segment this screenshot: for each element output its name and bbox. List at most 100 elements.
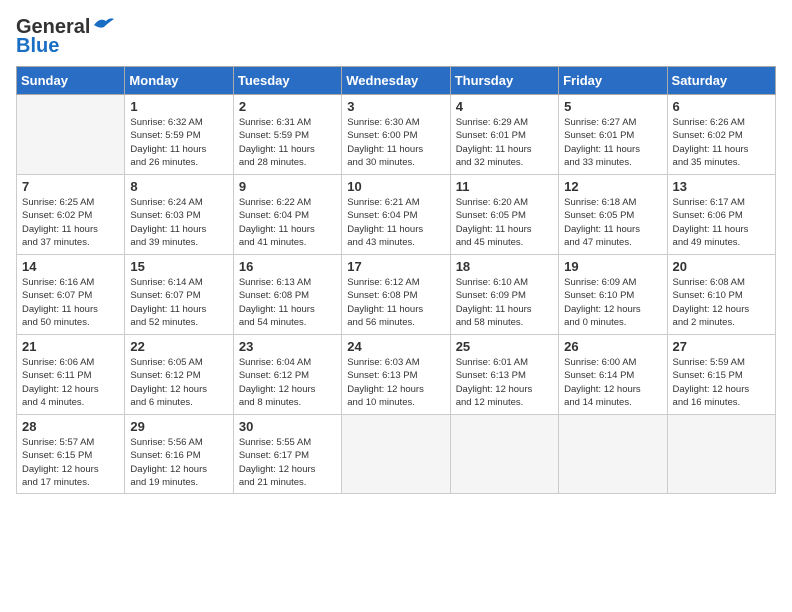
day-number: 9 [239,179,336,194]
calendar-day-empty [342,415,450,494]
day-number: 18 [456,259,553,274]
logo-blue: Blue [16,35,59,58]
day-info: Sunrise: 6:18 AM Sunset: 6:05 PM Dayligh… [564,196,661,249]
day-number: 15 [130,259,227,274]
calendar-day-22: 22 Sunrise: 6:05 AM Sunset: 6:12 PM Dayli… [125,335,233,415]
calendar-day-empty [450,415,558,494]
day-number: 2 [239,99,336,114]
calendar-day-23: 23 Sunrise: 6:04 AM Sunset: 6:12 PM Dayli… [233,335,341,415]
calendar-day-20: 20 Sunrise: 6:08 AM Sunset: 6:10 PM Dayli… [667,255,775,335]
day-info: Sunrise: 6:26 AM Sunset: 6:02 PM Dayligh… [673,116,770,169]
calendar-day-30: 30Sunrise: 5:55 AM Sunset: 6:17 PM Dayli… [233,415,341,494]
calendar-day-21: 21Sunrise: 6:06 AM Sunset: 6:11 PM Dayli… [17,335,125,415]
logo-bird-icon [92,15,114,33]
calendar-day-13: 13 Sunrise: 6:17 AM Sunset: 6:06 PM Dayli… [667,175,775,255]
day-number: 14 [22,259,119,274]
calendar-day-15: 15 Sunrise: 6:14 AM Sunset: 6:07 PM Dayli… [125,255,233,335]
weekday-header-saturday: Saturday [667,67,775,95]
calendar-week-2: 7Sunrise: 6:25 AM Sunset: 6:02 PM Daylig… [17,175,776,255]
page-header: General Blue [16,16,776,58]
weekday-header-thursday: Thursday [450,67,558,95]
day-number: 26 [564,339,661,354]
day-info: Sunrise: 6:17 AM Sunset: 6:06 PM Dayligh… [673,196,770,249]
day-info: Sunrise: 6:16 AM Sunset: 6:07 PM Dayligh… [22,276,119,329]
day-info: Sunrise: 6:09 AM Sunset: 6:10 PM Dayligh… [564,276,661,329]
day-info: Sunrise: 6:03 AM Sunset: 6:13 PM Dayligh… [347,356,444,409]
day-info: Sunrise: 6:25 AM Sunset: 6:02 PM Dayligh… [22,196,119,249]
day-info: Sunrise: 5:56 AM Sunset: 6:16 PM Dayligh… [130,436,227,489]
day-number: 23 [239,339,336,354]
day-info: Sunrise: 6:14 AM Sunset: 6:07 PM Dayligh… [130,276,227,329]
calendar-day-28: 28 Sunrise: 5:57 AM Sunset: 6:15 PM Dayli… [17,415,125,494]
calendar-week-4: 21Sunrise: 6:06 AM Sunset: 6:11 PM Dayli… [17,335,776,415]
day-info: Sunrise: 6:22 AM Sunset: 6:04 PM Dayligh… [239,196,336,249]
day-number: 21 [22,339,119,354]
day-number: 25 [456,339,553,354]
day-number: 29 [130,419,227,434]
day-number: 5 [564,99,661,114]
day-number: 1 [130,99,227,114]
weekday-header-wednesday: Wednesday [342,67,450,95]
day-number: 22 [130,339,227,354]
day-info: Sunrise: 5:59 AM Sunset: 6:15 PM Dayligh… [673,356,770,409]
day-number: 17 [347,259,444,274]
calendar-day-17: 17 Sunrise: 6:12 AM Sunset: 6:08 PM Dayli… [342,255,450,335]
calendar-day-6: 6 Sunrise: 6:26 AM Sunset: 6:02 PM Daylig… [667,95,775,175]
day-number: 4 [456,99,553,114]
day-number: 6 [673,99,770,114]
day-info: Sunrise: 6:01 AM Sunset: 6:13 PM Dayligh… [456,356,553,409]
calendar-day-25: 25 Sunrise: 6:01 AM Sunset: 6:13 PM Dayli… [450,335,558,415]
day-info: Sunrise: 6:29 AM Sunset: 6:01 PM Dayligh… [456,116,553,169]
calendar-day-4: 4 Sunrise: 6:29 AM Sunset: 6:01 PM Daylig… [450,95,558,175]
day-info: Sunrise: 6:04 AM Sunset: 6:12 PM Dayligh… [239,356,336,409]
day-info: Sunrise: 6:08 AM Sunset: 6:10 PM Dayligh… [673,276,770,329]
day-number: 30 [239,419,336,434]
day-number: 12 [564,179,661,194]
calendar-day-3: 3 Sunrise: 6:30 AM Sunset: 6:00 PM Daylig… [342,95,450,175]
calendar-day-9: 9 Sunrise: 6:22 AM Sunset: 6:04 PM Daylig… [233,175,341,255]
calendar-day-10: 10Sunrise: 6:21 AM Sunset: 6:04 PM Dayli… [342,175,450,255]
day-number: 11 [456,179,553,194]
day-info: Sunrise: 6:12 AM Sunset: 6:08 PM Dayligh… [347,276,444,329]
calendar-day-empty [17,95,125,175]
day-number: 27 [673,339,770,354]
day-number: 20 [673,259,770,274]
calendar-day-29: 29 Sunrise: 5:56 AM Sunset: 6:16 PM Dayli… [125,415,233,494]
calendar-day-14: 14 Sunrise: 6:16 AM Sunset: 6:07 PM Dayli… [17,255,125,335]
calendar-day-19: 19Sunrise: 6:09 AM Sunset: 6:10 PM Dayli… [559,255,667,335]
weekday-header-monday: Monday [125,67,233,95]
weekday-header-sunday: Sunday [17,67,125,95]
calendar-day-7: 7Sunrise: 6:25 AM Sunset: 6:02 PM Daylig… [17,175,125,255]
calendar-header-row: SundayMondayTuesdayWednesdayThursdayFrid… [17,67,776,95]
day-number: 16 [239,259,336,274]
day-info: Sunrise: 6:10 AM Sunset: 6:09 PM Dayligh… [456,276,553,329]
day-info: Sunrise: 6:30 AM Sunset: 6:00 PM Dayligh… [347,116,444,169]
calendar-day-5: 5 Sunrise: 6:27 AM Sunset: 6:01 PM Daylig… [559,95,667,175]
calendar-day-27: 27 Sunrise: 5:59 AM Sunset: 6:15 PM Dayli… [667,335,775,415]
day-number: 3 [347,99,444,114]
day-info: Sunrise: 6:00 AM Sunset: 6:14 PM Dayligh… [564,356,661,409]
calendar-day-12: 12 Sunrise: 6:18 AM Sunset: 6:05 PM Dayli… [559,175,667,255]
day-number: 28 [22,419,119,434]
calendar-day-2: 2 Sunrise: 6:31 AM Sunset: 5:59 PM Daylig… [233,95,341,175]
weekday-header-friday: Friday [559,67,667,95]
day-info: Sunrise: 6:13 AM Sunset: 6:08 PM Dayligh… [239,276,336,329]
day-number: 10 [347,179,444,194]
day-number: 24 [347,339,444,354]
day-info: Sunrise: 6:05 AM Sunset: 6:12 PM Dayligh… [130,356,227,409]
calendar-day-8: 8Sunrise: 6:24 AM Sunset: 6:03 PM Daylig… [125,175,233,255]
calendar-day-empty [667,415,775,494]
day-info: Sunrise: 6:20 AM Sunset: 6:05 PM Dayligh… [456,196,553,249]
weekday-header-tuesday: Tuesday [233,67,341,95]
day-info: Sunrise: 6:31 AM Sunset: 5:59 PM Dayligh… [239,116,336,169]
day-number: 8 [130,179,227,194]
calendar-day-empty [559,415,667,494]
day-info: Sunrise: 6:32 AM Sunset: 5:59 PM Dayligh… [130,116,227,169]
calendar-day-26: 26 Sunrise: 6:00 AM Sunset: 6:14 PM Dayli… [559,335,667,415]
day-info: Sunrise: 6:27 AM Sunset: 6:01 PM Dayligh… [564,116,661,169]
calendar-day-1: 1 Sunrise: 6:32 AM Sunset: 5:59 PM Daylig… [125,95,233,175]
calendar-day-11: 11 Sunrise: 6:20 AM Sunset: 6:05 PM Dayli… [450,175,558,255]
day-info: Sunrise: 5:57 AM Sunset: 6:15 PM Dayligh… [22,436,119,489]
calendar-week-5: 28 Sunrise: 5:57 AM Sunset: 6:15 PM Dayli… [17,415,776,494]
day-number: 13 [673,179,770,194]
